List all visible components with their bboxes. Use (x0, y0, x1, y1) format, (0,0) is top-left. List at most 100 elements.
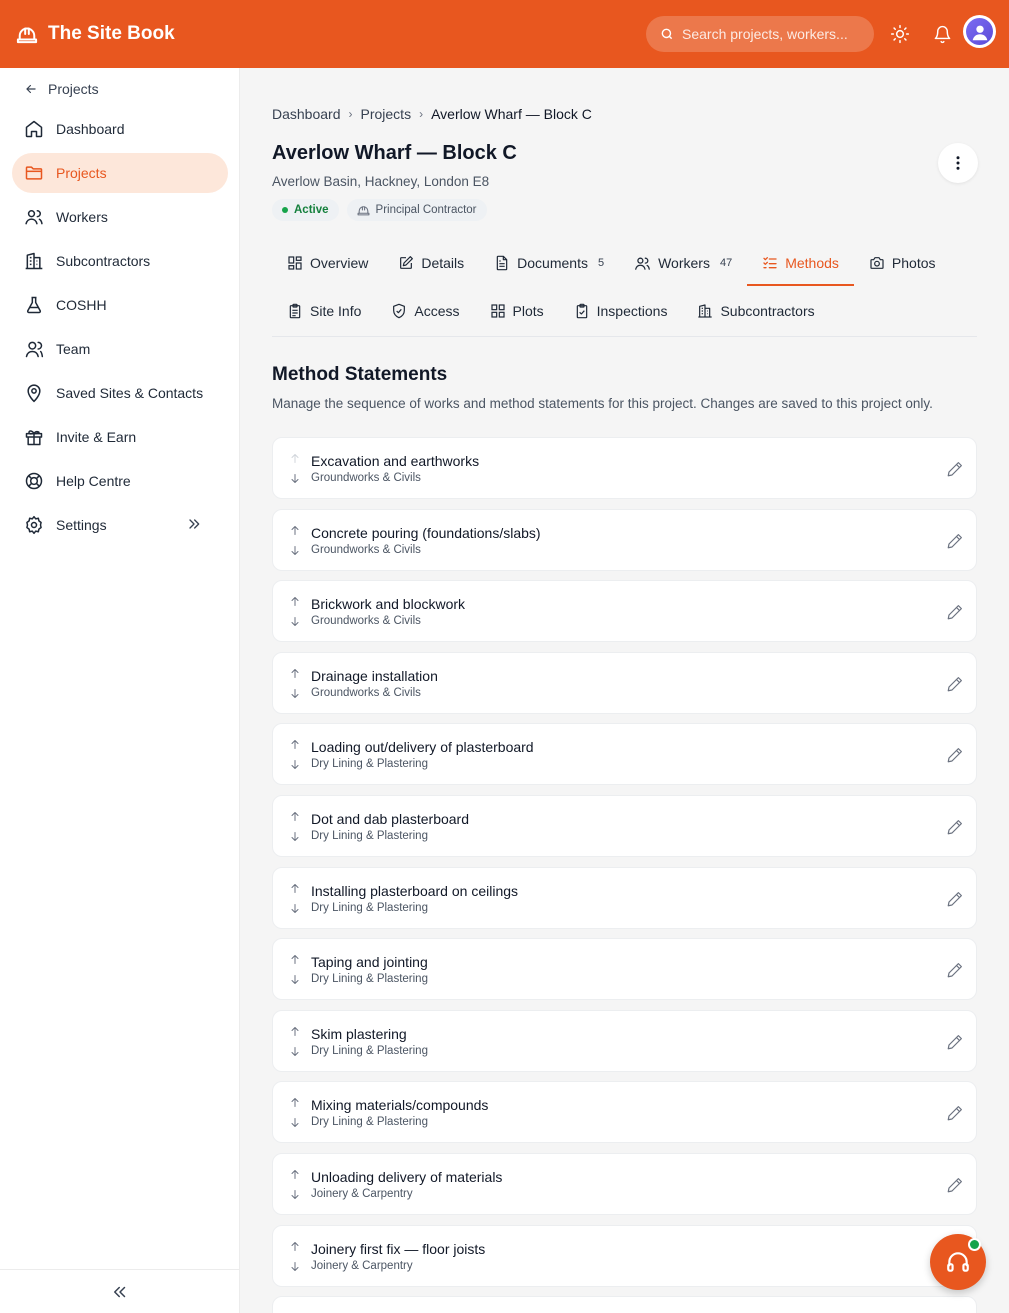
reorder-controls (289, 882, 301, 916)
arrow-up-icon[interactable] (289, 738, 301, 751)
sidebar-item-label: Projects (56, 165, 107, 181)
pencil-icon[interactable] (946, 675, 964, 693)
headset-icon (947, 1252, 969, 1272)
sidebar-item-invite[interactable]: Invite & Earn (12, 417, 228, 457)
lifebuoy-icon (25, 472, 43, 490)
tab-site-info[interactable]: Site Info (272, 291, 376, 331)
arrow-down-icon[interactable] (289, 1045, 301, 1058)
pencil-icon[interactable] (946, 961, 964, 979)
tab-label: Subcontractors (720, 303, 815, 319)
arrow-up-icon[interactable] (289, 524, 301, 537)
pencil-icon[interactable] (946, 460, 964, 478)
breadcrumb-projects[interactable]: Projects (361, 106, 412, 122)
arrow-up-icon[interactable] (289, 452, 301, 465)
tab-overview[interactable]: Overview (272, 243, 383, 283)
tab-subcontractors[interactable]: Subcontractors (682, 291, 829, 331)
pencil-icon[interactable] (946, 818, 964, 836)
sidebar-item-workers[interactable]: Workers (12, 197, 228, 237)
more-options-button[interactable] (938, 143, 978, 183)
arrow-up-icon[interactable] (289, 1096, 301, 1109)
arrow-down-icon[interactable] (289, 615, 301, 628)
arrow-up-icon[interactable] (289, 953, 301, 966)
arrow-up-icon[interactable] (289, 667, 301, 680)
sidebar-item-dashboard[interactable]: Dashboard (12, 109, 228, 149)
pencil-icon[interactable] (946, 1176, 964, 1194)
sidebar-item-help[interactable]: Help Centre (12, 461, 228, 501)
status-badge: Active (272, 199, 339, 221)
pencil-icon[interactable] (946, 603, 964, 621)
method-row[interactable] (272, 1296, 977, 1313)
arrow-down-icon[interactable] (289, 1116, 301, 1129)
arrow-down-icon[interactable] (289, 687, 301, 700)
tab-documents[interactable]: Documents 5 (479, 243, 619, 283)
user-avatar[interactable] (963, 15, 996, 48)
method-row[interactable]: Dot and dab plasterboard Dry Lining & Pla… (272, 794, 977, 857)
arrow-up-icon[interactable] (289, 810, 301, 823)
gear-icon (26, 515, 42, 535)
tab-photos[interactable]: Photos (854, 243, 951, 283)
tab-details[interactable]: Details (383, 243, 479, 283)
grid-icon (490, 304, 505, 318)
chevrons-right-icon[interactable] (186, 516, 202, 532)
arrow-down-icon[interactable] (289, 472, 301, 485)
method-row[interactable]: Loading out/delivery of plasterboard Dry … (272, 723, 977, 786)
arrow-down-icon[interactable] (289, 544, 301, 557)
method-row[interactable]: Concrete pouring (foundations/slabs) Grou… (272, 508, 977, 571)
building-icon (698, 304, 713, 318)
method-title: Taping and jointing (311, 954, 428, 971)
method-row[interactable]: Drainage installation Groundworks & Civil… (272, 651, 977, 714)
sidebar-item-label: Invite & Earn (56, 429, 137, 445)
pencil-icon[interactable] (946, 746, 964, 764)
method-category: Dry Lining & Plastering (311, 1044, 428, 1057)
pencil-icon[interactable] (946, 1033, 964, 1051)
arrow-up-icon[interactable] (289, 882, 301, 895)
arrow-down-icon[interactable] (289, 1260, 301, 1273)
sidebar-item-label: Saved Sites & Contacts (56, 385, 204, 401)
sidebar-item-subcontractors[interactable]: Subcontractors (12, 241, 228, 281)
reorder-controls (289, 595, 301, 629)
arrow-down-icon[interactable] (289, 902, 301, 915)
tab-methods[interactable]: Methods (747, 243, 854, 286)
sidebar-item-saved-sites[interactable]: Saved Sites & Contacts (12, 373, 228, 413)
sidebar-item-projects[interactable]: Projects (12, 153, 228, 193)
pencil-icon[interactable] (946, 890, 964, 908)
home-icon (25, 120, 43, 138)
pencil-icon[interactable] (946, 532, 964, 550)
arrow-down-icon[interactable] (289, 758, 301, 771)
arrow-down-icon[interactable] (289, 830, 301, 843)
clipboard-icon (289, 303, 301, 319)
back-to-projects-link[interactable]: Projects (24, 74, 99, 104)
arrow-down-icon[interactable] (289, 1188, 301, 1201)
breadcrumb-dashboard[interactable]: Dashboard (272, 106, 341, 122)
tab-workers[interactable]: Workers 47 (619, 243, 747, 283)
arrow-up-icon[interactable] (289, 595, 301, 608)
app-name: The Site Book (48, 23, 175, 44)
method-row[interactable]: Installing plasterboard on ceilings Dry L… (272, 866, 977, 929)
collapse-sidebar-button[interactable] (0, 1269, 240, 1313)
tab-inspections[interactable]: Inspections (559, 291, 683, 331)
search-input[interactable] (682, 26, 862, 42)
arrow-up-icon[interactable] (289, 1168, 301, 1181)
arrow-up-icon[interactable] (289, 1025, 301, 1038)
method-row[interactable]: Brickwork and blockwork Groundworks & Civ… (272, 580, 977, 643)
method-row[interactable]: Unloading delivery of materials Joinery &… (272, 1152, 977, 1215)
theme-toggle-button[interactable] (888, 22, 912, 46)
search-bar[interactable] (646, 16, 874, 52)
sidebar-item-team[interactable]: Team (12, 329, 228, 369)
sidebar-item-settings[interactable]: Settings (12, 505, 228, 545)
tab-access[interactable]: Access (376, 291, 474, 331)
tab-plots[interactable]: Plots (475, 291, 559, 331)
arrow-up-icon[interactable] (289, 1240, 301, 1253)
method-row[interactable]: Excavation and earthworks Groundworks & C… (272, 437, 977, 499)
arrow-down-icon[interactable] (289, 973, 301, 986)
sidebar-item-coshh[interactable]: COSHH (12, 285, 228, 325)
pencil-icon[interactable] (946, 1104, 964, 1122)
method-row[interactable]: Taping and jointing Dry Lining & Plasteri… (272, 938, 977, 1001)
sidebar-item-label: Settings (56, 517, 107, 533)
method-title: Skim plastering (311, 1025, 407, 1042)
method-row[interactable]: Skim plastering Dry Lining & Plastering (272, 1009, 977, 1072)
method-row[interactable]: Mixing materials/compounds Dry Lining & P… (272, 1081, 977, 1144)
method-row[interactable]: Joinery first fix — floor joists Joinery … (272, 1224, 977, 1287)
notifications-button[interactable] (930, 22, 954, 46)
brand-logo[interactable]: The Site Book (16, 23, 175, 45)
